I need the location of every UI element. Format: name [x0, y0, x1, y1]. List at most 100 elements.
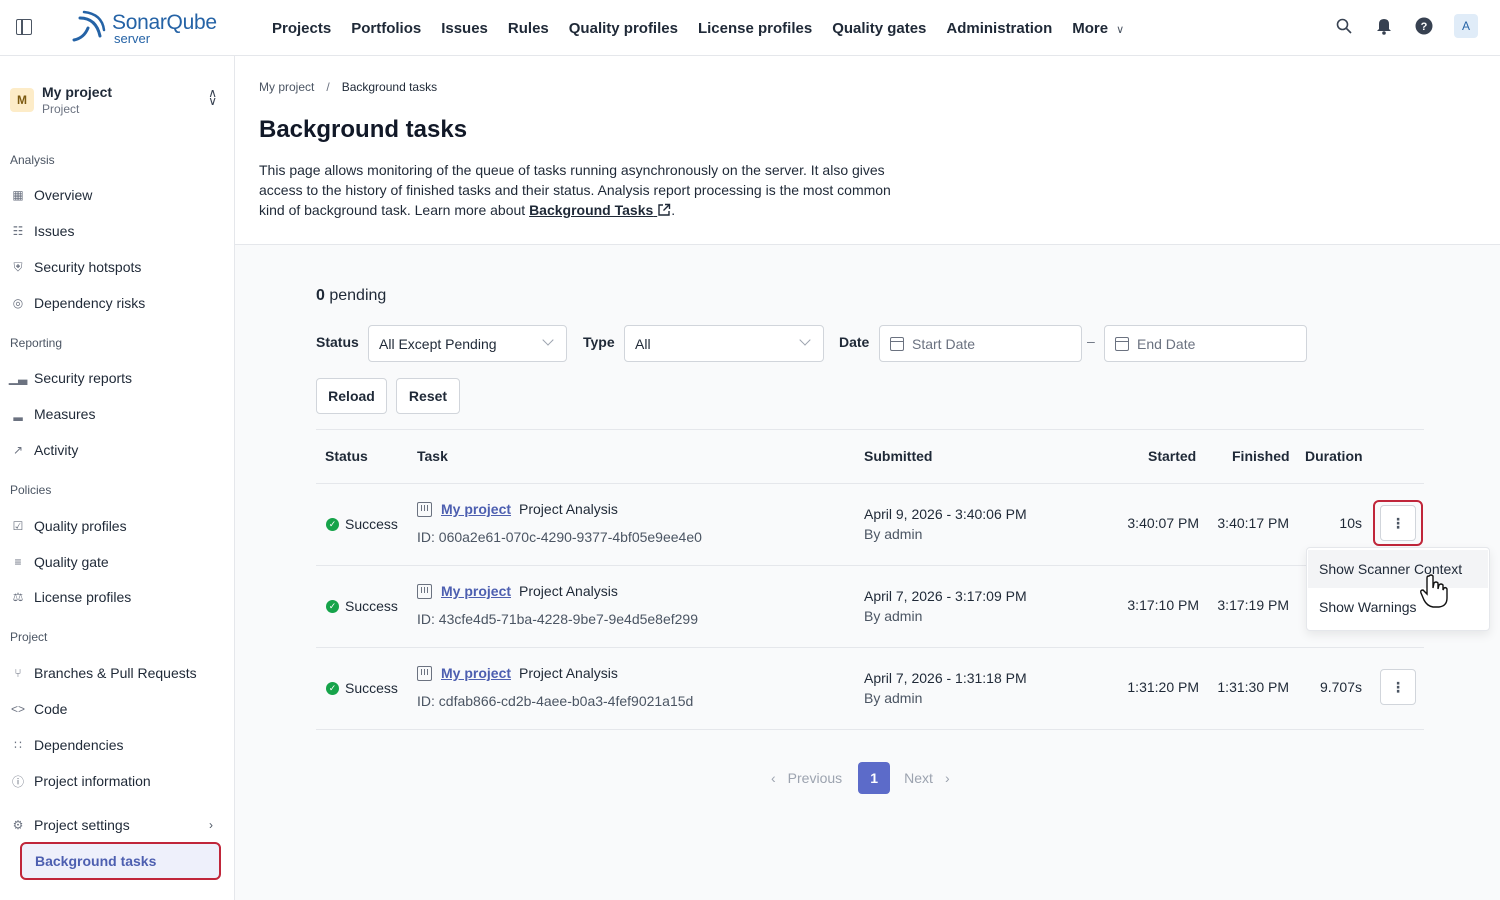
- task-actions-button[interactable]: ⋮: [1380, 669, 1416, 705]
- status-filter-label: Status: [316, 334, 359, 350]
- nav-rules[interactable]: Rules: [508, 20, 549, 37]
- page-1-button[interactable]: 1: [858, 762, 891, 794]
- task-project-link[interactable]: My project: [441, 665, 511, 681]
- project-icon: [417, 501, 432, 517]
- project-name: My project: [42, 84, 113, 100]
- gear-icon: ⚙: [12, 818, 24, 832]
- sidebar-item-overview[interactable]: ▦ Overview: [10, 180, 225, 210]
- task-finished: 1:31:30 PM: [1217, 679, 1289, 695]
- table-header: Status Task Submitted Started Finished D…: [316, 429, 1424, 484]
- submitted-by: By admin: [864, 608, 923, 624]
- col-finished: Finished: [1232, 448, 1290, 464]
- help-icon[interactable]: ?: [1414, 16, 1434, 36]
- scales-icon: ⚖: [12, 590, 24, 604]
- task-finished: 3:17:19 PM: [1217, 597, 1289, 613]
- task-project-link[interactable]: My project: [441, 501, 511, 517]
- nav-issues[interactable]: Issues: [441, 20, 488, 37]
- sidebar-item-quality-profiles[interactable]: ☑ Quality profiles: [10, 511, 225, 541]
- sidebar-item-label: Project settings: [34, 817, 130, 833]
- bell-icon[interactable]: [1374, 16, 1394, 36]
- grid-icon: ▦: [12, 188, 24, 202]
- quality-gate-icon: ≡: [14, 555, 22, 569]
- check-circle-icon: ✓: [326, 599, 339, 613]
- project-switcher[interactable]: M My project Project ∧ ∨: [10, 81, 225, 119]
- previous-page-button[interactable]: ‹ Previous: [771, 770, 842, 786]
- type-filter-select[interactable]: All: [624, 325, 824, 362]
- task-project-link[interactable]: My project: [441, 583, 511, 599]
- sidebar-item-issues[interactable]: ☷ Issues: [10, 216, 225, 246]
- task-duration: 10s: [1339, 515, 1362, 531]
- sidebar-item-background-tasks[interactable]: Background tasks: [20, 842, 221, 880]
- background-tasks-doc-link[interactable]: Background Tasks: [529, 202, 671, 218]
- submitted-by: By admin: [864, 526, 923, 542]
- sidebar-item-dependencies[interactable]: ∷ Dependencies: [10, 730, 225, 760]
- doc-link-label: Background Tasks: [529, 202, 654, 218]
- col-started: Started: [1148, 448, 1197, 464]
- nav-more[interactable]: More ∨: [1072, 20, 1124, 37]
- task-id: ID: 43cfe4d5-71ba-4228-9be7-9e4d5e8ef299: [417, 611, 699, 627]
- col-submitted: Submitted: [864, 448, 933, 464]
- sidebar-item-label: Dependency risks: [34, 295, 146, 311]
- pending-label: pending: [329, 287, 387, 304]
- check-circle-icon: ✓: [326, 517, 339, 531]
- sidebar-section-analysis: Analysis: [10, 153, 55, 167]
- breadcrumb-project-link[interactable]: My project: [259, 80, 314, 94]
- reload-button[interactable]: Reload: [316, 378, 387, 414]
- task-actions-button[interactable]: ⋮: [1380, 505, 1416, 541]
- nav-quality-gates[interactable]: Quality gates: [832, 20, 926, 37]
- sidebar-item-label: Security reports: [34, 370, 133, 386]
- chevron-right-icon: ›: [209, 818, 213, 832]
- sidebar-item-label: Quality profiles: [34, 518, 127, 534]
- sidebar-item-project-information[interactable]: ⓘ Project information: [10, 766, 225, 796]
- submitted-date: April 7, 2026 - 3:17:09 PM: [864, 588, 1027, 604]
- sidebar-item-label: Dependencies: [34, 737, 124, 753]
- task-type: Project Analysis: [519, 665, 618, 681]
- page-header: My project / Background tasks Background…: [235, 56, 1500, 245]
- task-title: My project Project Analysis: [417, 665, 618, 681]
- sidebar-item-branches[interactable]: ⑂ Branches & Pull Requests: [10, 658, 225, 688]
- sidebar-item-security-hotspots[interactable]: ⛨ Security hotspots: [10, 252, 225, 282]
- dependency-risk-icon: ◎: [12, 296, 24, 310]
- sidebar-section-reporting: Reporting: [10, 336, 63, 350]
- nav-projects[interactable]: Projects: [272, 20, 331, 37]
- status-filter-select[interactable]: All Except Pending: [368, 325, 567, 362]
- project-type: Project: [42, 102, 80, 116]
- task-status-label: Success: [345, 680, 398, 696]
- submitted-by: By admin: [864, 690, 923, 706]
- sidebar-item-project-settings[interactable]: ⚙ Project settings ›: [10, 810, 225, 840]
- expand-collapse-icon: ∧ ∨: [208, 86, 217, 108]
- sidebar-item-dependency-risks[interactable]: ◎ Dependency risks: [10, 288, 225, 318]
- nav-license-profiles[interactable]: License profiles: [698, 20, 812, 37]
- issues-icon: ☷: [12, 224, 24, 238]
- sidebar-toggle-icon[interactable]: [16, 19, 32, 35]
- page-description-end: .: [671, 202, 676, 218]
- user-avatar[interactable]: A: [1454, 14, 1478, 38]
- next-page-button[interactable]: Next ›: [904, 770, 949, 786]
- start-date-input[interactable]: Start Date: [879, 325, 1082, 362]
- top-icons: ? A: [1334, 14, 1478, 38]
- task-type: Project Analysis: [519, 583, 618, 599]
- table-row: ✓ Success My project Project Analysis ID:…: [316, 484, 1424, 566]
- nav-administration[interactable]: Administration: [946, 20, 1052, 37]
- sidebar-item-measures[interactable]: ▂ Measures: [10, 399, 225, 429]
- reset-button[interactable]: Reset: [396, 378, 460, 414]
- sidebar-item-quality-gate[interactable]: ≡ Quality gate: [10, 547, 225, 577]
- sidebar-item-security-reports[interactable]: ▁▃ Security reports: [9, 363, 225, 393]
- nav-more-label: More: [1072, 19, 1109, 37]
- nav-quality-profiles[interactable]: Quality profiles: [569, 20, 678, 37]
- sonarqube-logo[interactable]: SonarQube server: [70, 8, 217, 48]
- table-row: ✓ Success My project Project Analysis ID:…: [316, 566, 1424, 648]
- task-started: 1:31:20 PM: [1127, 679, 1199, 695]
- task-finished: 3:40:17 PM: [1217, 515, 1289, 531]
- sidebar-item-label: Project information: [34, 773, 151, 789]
- sidebar-item-code[interactable]: <> Code: [10, 694, 225, 724]
- date-range-dash: –: [1087, 333, 1095, 349]
- sidebar-item-license-profiles[interactable]: ⚖ License profiles: [10, 582, 225, 612]
- nav-portfolios[interactable]: Portfolios: [351, 20, 421, 37]
- search-icon[interactable]: [1334, 16, 1354, 36]
- profile-icon: ☑: [12, 519, 24, 533]
- menu-show-warnings[interactable]: Show Warnings: [1319, 599, 1417, 615]
- project-avatar: M: [10, 88, 34, 112]
- end-date-input[interactable]: End Date: [1104, 325, 1307, 362]
- sidebar-item-activity[interactable]: ↗ Activity: [10, 435, 225, 465]
